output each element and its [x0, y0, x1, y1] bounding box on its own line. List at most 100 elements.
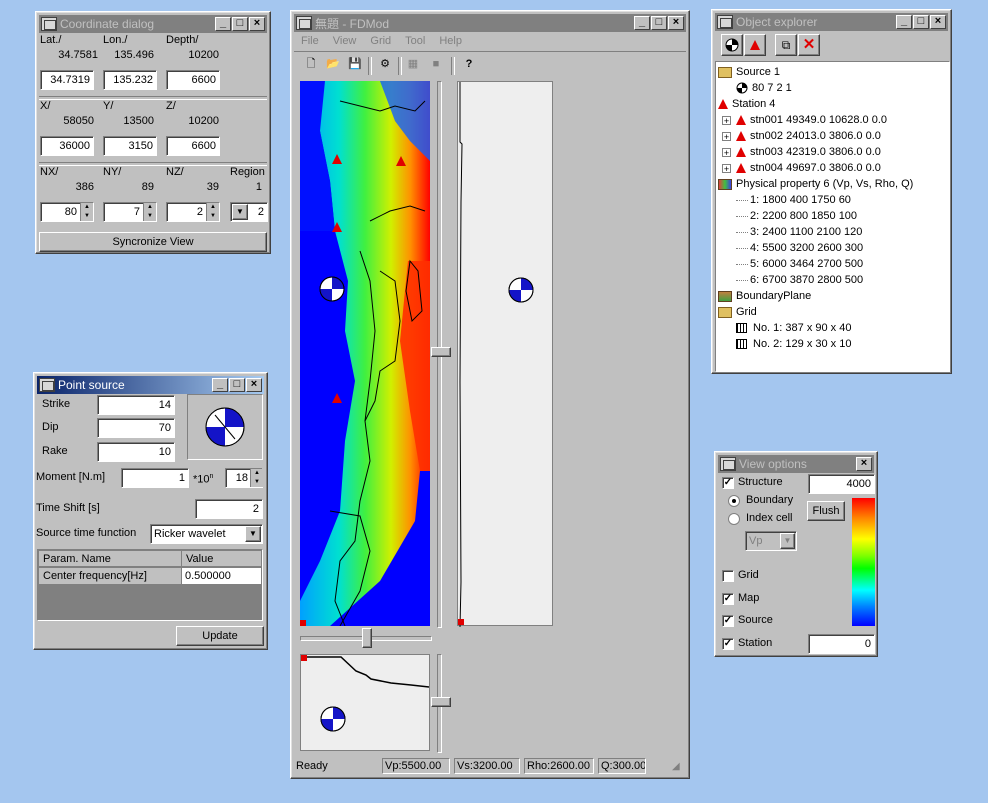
param-value-cell[interactable]: 0.500000 — [182, 568, 261, 584]
tree-item[interactable]: No. 1: 387 x 90 x 40 — [726, 320, 851, 336]
minimize-button[interactable]: _ — [215, 17, 231, 31]
minimize-button[interactable]: _ — [634, 16, 650, 30]
close-button[interactable]: × — [930, 15, 946, 29]
bottom-section-panel[interactable] — [300, 654, 430, 751]
tree-item[interactable]: No. 2: 129 x 30 x 10 — [726, 336, 851, 352]
tree-item[interactable]: + stn004 49697.0 3806.0 0.0 — [722, 160, 881, 176]
bottom-vertical-slider[interactable] — [431, 654, 451, 753]
timeshift-input[interactable]: 2 — [195, 499, 263, 519]
tree-item[interactable]: BoundaryPlane — [718, 288, 811, 304]
tree-item[interactable]: 2: 2200 800 1850 100 — [726, 208, 857, 224]
strike-input[interactable]: 14 — [97, 395, 175, 415]
horizontal-slider[interactable] — [300, 628, 432, 648]
tree-item[interactable]: 6: 6700 3870 2800 500 — [726, 272, 863, 288]
close-button[interactable]: × — [246, 378, 262, 392]
structure-checkbox[interactable]: ✓ — [722, 477, 734, 489]
x-input[interactable]: 36000 — [40, 136, 94, 156]
minimize-button[interactable]: _ — [212, 378, 228, 392]
expand-icon[interactable]: + — [722, 131, 731, 141]
index-cell-radio[interactable] — [728, 513, 740, 525]
slider-thumb[interactable] — [362, 628, 372, 648]
expand-icon[interactable]: + — [722, 147, 731, 157]
nz-spinner[interactable]: ▲ ▼ — [206, 203, 219, 221]
tree-item[interactable]: Grid — [718, 304, 757, 320]
tree-item[interactable]: 5: 6000 3464 2700 500 — [726, 256, 863, 272]
copy-button[interactable]: ⧉ — [775, 34, 797, 56]
add-station-button[interactable] — [744, 34, 766, 56]
map-canvas[interactable] — [300, 81, 430, 626]
station-input[interactable]: 0 — [808, 634, 875, 654]
slider-thumb[interactable] — [431, 697, 451, 707]
region-dropdown-button[interactable]: ▼ — [232, 204, 248, 220]
station-marker[interactable] — [332, 392, 346, 404]
nx-spinner[interactable]: ▲ ▼ — [80, 203, 93, 221]
tree-item[interactable]: + stn002 24013.0 3806.0 0.0 — [722, 128, 881, 144]
station-marker[interactable] — [332, 221, 346, 233]
tree-item[interactable]: + stn003 42319.0 3806.0 0.0 — [722, 144, 881, 160]
tree-item[interactable]: 3: 2400 1100 2100 120 — [726, 224, 862, 240]
coordinate-dialog-titlebar[interactable]: Coordinate dialog _ □ × — [39, 15, 267, 33]
resize-grip-icon[interactable]: ◢ — [672, 761, 684, 773]
slider-thumb[interactable] — [431, 347, 451, 357]
main-titlebar[interactable]: 無題 - FDMod _ □ × — [294, 14, 686, 32]
object-explorer-titlebar[interactable]: Object explorer _ □ × — [715, 13, 948, 31]
close-button[interactable]: × — [249, 17, 265, 31]
maximize-button[interactable]: □ — [651, 16, 667, 30]
boundary-radio[interactable] — [728, 495, 740, 507]
flush-button[interactable]: Flush — [807, 501, 845, 521]
update-button[interactable]: Update — [176, 626, 264, 646]
menu-file[interactable]: File — [301, 35, 319, 47]
cross-section-panel[interactable] — [457, 81, 553, 628]
station-marker[interactable] — [332, 153, 346, 165]
source-checkbox[interactable]: ✓ — [722, 615, 734, 627]
depth-input[interactable]: 6600 — [166, 70, 220, 90]
expand-icon[interactable]: + — [722, 115, 731, 125]
lat-input[interactable]: 34.7319 — [40, 70, 94, 90]
open-folder-icon[interactable]: 📂 — [324, 55, 342, 73]
menu-view[interactable]: View — [333, 35, 357, 47]
map-checkbox[interactable]: ✓ — [722, 593, 734, 605]
rake-input[interactable]: 10 — [97, 442, 175, 462]
y-input[interactable]: 3150 — [103, 136, 157, 156]
value-header[interactable]: Value — [182, 551, 261, 567]
syncronize-view-button[interactable]: Syncronize View — [39, 232, 267, 252]
maximize-button[interactable]: □ — [232, 17, 248, 31]
property-dropdown-button[interactable]: ▼ — [780, 533, 795, 549]
station-marker[interactable] — [396, 155, 410, 167]
z-input[interactable]: 6600 — [166, 136, 220, 156]
menu-help[interactable]: Help — [439, 35, 462, 47]
param-name-header[interactable]: Param. Name — [39, 551, 182, 567]
tree-item[interactable]: Source 1 — [718, 64, 780, 80]
ny-spinner[interactable]: ▲ ▼ — [143, 203, 156, 221]
close-button[interactable]: × — [668, 16, 684, 30]
expand-icon[interactable]: + — [722, 163, 731, 173]
bottom-beachball-icon[interactable] — [319, 705, 347, 733]
tree-item[interactable]: 4: 5500 3200 2600 300 — [726, 240, 863, 256]
grid-view-icon[interactable]: ▦ — [404, 55, 422, 73]
tree-item[interactable]: + stn001 49349.0 10628.0 0.0 — [722, 112, 887, 128]
dip-input[interactable]: 70 — [97, 418, 175, 438]
maximize-button[interactable]: □ — [229, 378, 245, 392]
structure-input[interactable]: 4000 — [808, 474, 875, 494]
tree-item[interactable]: 80 7 2 1 — [726, 80, 792, 96]
menu-grid[interactable]: Grid — [370, 35, 391, 47]
source-beachball-icon[interactable] — [318, 275, 346, 303]
station-checkbox[interactable]: ✓ — [722, 638, 734, 650]
save-icon[interactable]: 💾 — [346, 55, 364, 73]
tree-item[interactable]: Station 4 — [718, 96, 775, 112]
maximize-button[interactable]: □ — [913, 15, 929, 29]
lon-input[interactable]: 135.232 — [103, 70, 157, 90]
solid-view-icon[interactable]: ■ — [427, 55, 445, 73]
minimize-button[interactable]: _ — [896, 15, 912, 29]
vertical-slider[interactable] — [431, 81, 451, 628]
tree-item[interactable]: Physical property 6 (Vp, Vs, Rho, Q) — [718, 176, 913, 192]
view-options-titlebar[interactable]: View options × — [718, 455, 874, 473]
settings-icon[interactable]: ⚙ — [376, 55, 394, 73]
delete-button[interactable]: ✕ — [798, 34, 820, 56]
help-icon[interactable]: ? — [460, 55, 478, 73]
grid-checkbox[interactable] — [722, 570, 734, 582]
stf-dropdown-button[interactable]: ▼ — [245, 526, 261, 542]
new-file-icon[interactable]: 🗋 — [302, 55, 320, 73]
object-tree[interactable]: Source 1 80 7 2 1 Station 4 + stn001 49349.0… — [715, 61, 950, 372]
point-source-titlebar[interactable]: Point source _ □ × — [37, 376, 264, 394]
